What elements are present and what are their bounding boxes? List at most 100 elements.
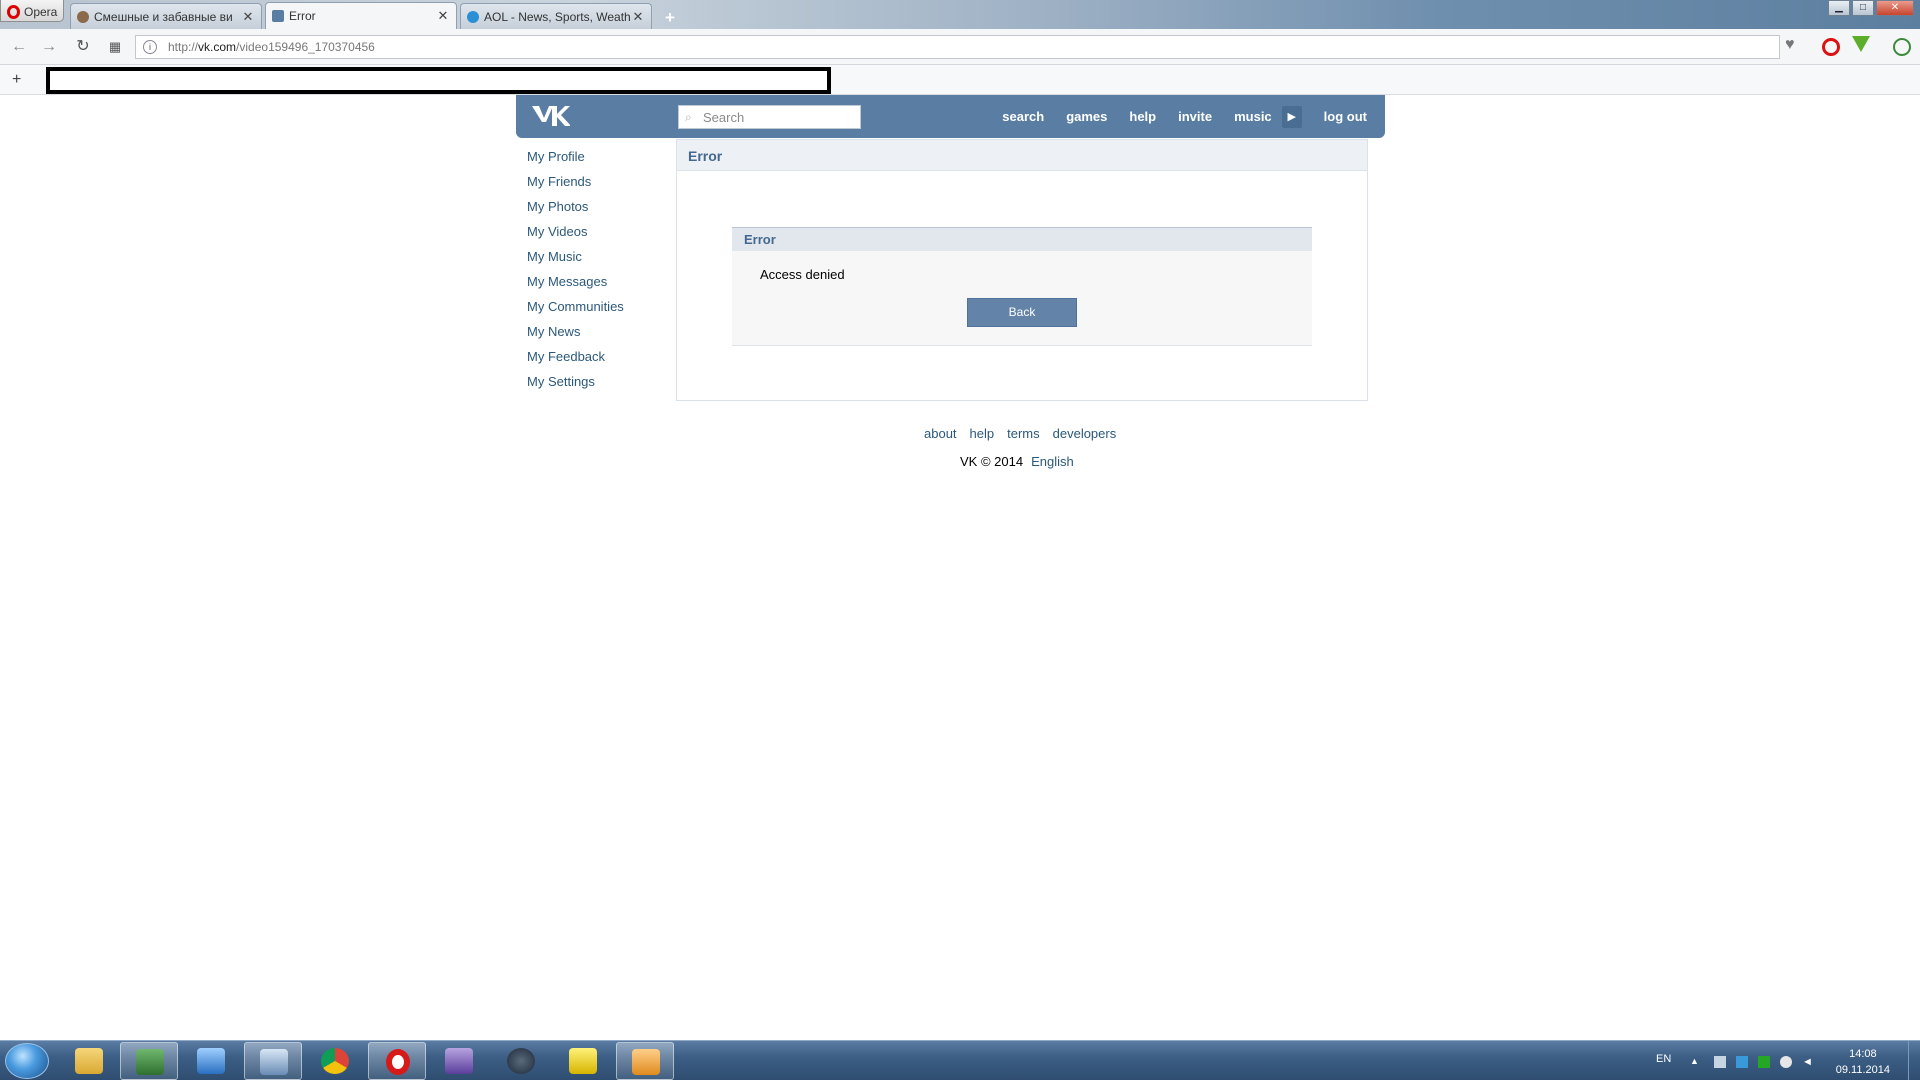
forward-arrow-icon[interactable]: → [38, 37, 60, 57]
add-bookmark-button[interactable]: + [12, 71, 21, 89]
menu-item-my-settings[interactable]: My Settings [527, 371, 624, 396]
menu-item-my-news[interactable]: My News [527, 321, 624, 346]
error-box: Error Access denied Back [732, 227, 1312, 346]
search-input[interactable]: ⌕ Search [678, 105, 861, 129]
language-link[interactable]: English [1031, 454, 1074, 469]
menu-item-my-photos[interactable]: My Photos [527, 196, 624, 221]
menu-item-my-messages[interactable]: My Messages [527, 271, 624, 296]
visual-studio-icon [445, 1048, 473, 1074]
taskbar-visual-studio[interactable] [430, 1042, 488, 1080]
error-box-title: Error [732, 227, 1312, 251]
chrome-icon [321, 1048, 349, 1074]
opera-icon [386, 1049, 410, 1075]
back-button[interactable]: Back [967, 298, 1077, 327]
play-icon[interactable]: ▶ [1281, 105, 1302, 128]
tab-strip: Смешные и забавные ви ✕ Error ✕ AOL - Ne… [70, 2, 681, 29]
avatar-icon [77, 10, 89, 23]
redacted-area [46, 67, 831, 94]
download-icon[interactable] [1852, 36, 1870, 52]
menu-item-my-communities[interactable]: My Communities [527, 296, 624, 321]
opera-menu-label: Opera [24, 5, 58, 19]
tab-aol[interactable]: AOL - News, Sports, Weath ✕ [460, 3, 652, 29]
vk-logo-icon[interactable] [530, 104, 570, 128]
footer-link-help[interactable]: help [970, 426, 995, 441]
copyright-text: VK © 2014 [960, 454, 1024, 469]
input-language[interactable]: EN [1656, 1053, 1671, 1065]
url-field[interactable]: i http://vk.com/video159496_170370456 [135, 35, 1780, 59]
aol-favicon-icon [467, 10, 479, 23]
nav-invite-link[interactable]: invite [1178, 109, 1212, 124]
site-info-icon[interactable]: i [143, 40, 157, 54]
taskbar-network-tool[interactable] [244, 1042, 302, 1080]
battery-icon[interactable] [1758, 1056, 1770, 1068]
window-controls: ▁ □ ✕ [1828, 0, 1914, 16]
back-arrow-icon[interactable]: ← [8, 37, 30, 57]
heart-icon[interactable]: ♥ [1785, 36, 1795, 54]
footer-link-developers[interactable]: developers [1053, 426, 1117, 441]
nav-games-link[interactable]: games [1066, 109, 1107, 124]
nav-help-link[interactable]: help [1129, 109, 1156, 124]
opera-menu-button[interactable]: Opera [0, 0, 64, 22]
url-path: /video159496_170370456 [236, 40, 375, 54]
media-player-icon [632, 1049, 660, 1075]
taskbar-media-player[interactable] [616, 1042, 674, 1080]
bookmarks-bar: + [0, 65, 1920, 95]
windows-taskbar: EN ▲ ◄ 14:08 09.11.2014 [0, 1040, 1920, 1080]
menu-item-my-friends[interactable]: My Friends [527, 171, 624, 196]
network-status-icon[interactable] [1736, 1056, 1748, 1068]
minimize-button[interactable]: ▁ [1828, 0, 1850, 16]
close-icon[interactable]: ✕ [241, 9, 255, 25]
taskbar-blue-window[interactable] [182, 1042, 240, 1080]
system-clock[interactable]: 14:08 09.11.2014 [1836, 1046, 1890, 1078]
taskbar-yellow-app[interactable] [554, 1042, 612, 1080]
nav-logout-link[interactable]: log out [1324, 109, 1367, 124]
footer-link-terms[interactable]: terms [1007, 426, 1040, 441]
menu-item-my-feedback[interactable]: My Feedback [527, 346, 624, 371]
url-host: vk.com [198, 40, 237, 54]
taskbar-steam[interactable] [492, 1042, 550, 1080]
content-panel: Error Error Access denied Back [676, 139, 1368, 401]
network-icon [260, 1049, 288, 1075]
left-menu: My Profile My Friends My Photos My Video… [527, 146, 624, 396]
speed-dial-icon[interactable]: ▦ [104, 37, 126, 57]
url-prefix: http:// [168, 40, 199, 54]
close-icon[interactable]: ✕ [631, 9, 645, 25]
footer-link-about[interactable]: about [924, 426, 957, 441]
taskbar-chrome[interactable] [306, 1042, 364, 1080]
opera-ext-icon[interactable] [1822, 38, 1840, 56]
clock-time: 14:08 [1849, 1048, 1877, 1060]
close-icon[interactable]: ✕ [436, 8, 450, 24]
footer-links: about help terms developers [924, 426, 1116, 441]
start-button[interactable] [5, 1043, 49, 1079]
close-window-button[interactable]: ✕ [1876, 0, 1914, 16]
device-icon[interactable] [1714, 1056, 1726, 1068]
taskbar-green-monitor[interactable] [120, 1042, 178, 1080]
signal-icon[interactable] [1780, 1056, 1792, 1068]
tab-title: Error [289, 9, 316, 23]
tab-funny-videos[interactable]: Смешные и забавные ви ✕ [70, 3, 262, 29]
menu-item-my-videos[interactable]: My Videos [527, 221, 624, 246]
tab-title: AOL - News, Sports, Weath [484, 9, 631, 24]
folder-icon [75, 1048, 103, 1074]
page-title: Error [677, 140, 1367, 171]
taskbar-opera[interactable] [368, 1042, 426, 1080]
menu-item-my-music[interactable]: My Music [527, 246, 624, 271]
vk-header: ⌕ Search search games help invite music … [516, 95, 1385, 138]
chevron-up-icon[interactable]: ▲ [1690, 1056, 1702, 1068]
nav-search-link[interactable]: search [1002, 109, 1044, 124]
extension-icon[interactable] [1893, 38, 1911, 56]
steam-icon [507, 1048, 535, 1074]
volume-icon[interactable]: ◄ [1802, 1056, 1814, 1068]
nav-music-link[interactable]: music [1234, 109, 1272, 124]
new-tab-button[interactable]: + [659, 7, 681, 29]
clock-date: 09.11.2014 [1835, 1064, 1890, 1076]
address-toolbar: ← → ↻ ▦ i http://vk.com/video159496_1703… [0, 29, 1920, 65]
show-desktop-button[interactable] [1908, 1041, 1920, 1080]
tab-error[interactable]: Error ✕ [265, 2, 457, 29]
vk-favicon-icon [272, 10, 284, 22]
menu-item-my-profile[interactable]: My Profile [527, 146, 624, 171]
maximize-button[interactable]: □ [1852, 0, 1874, 16]
reload-icon[interactable]: ↻ [72, 37, 94, 57]
taskbar-file-explorer[interactable] [60, 1042, 118, 1080]
browser-titlebar: Opera Смешные и забавные ви ✕ Error ✕ AO… [0, 0, 1920, 29]
